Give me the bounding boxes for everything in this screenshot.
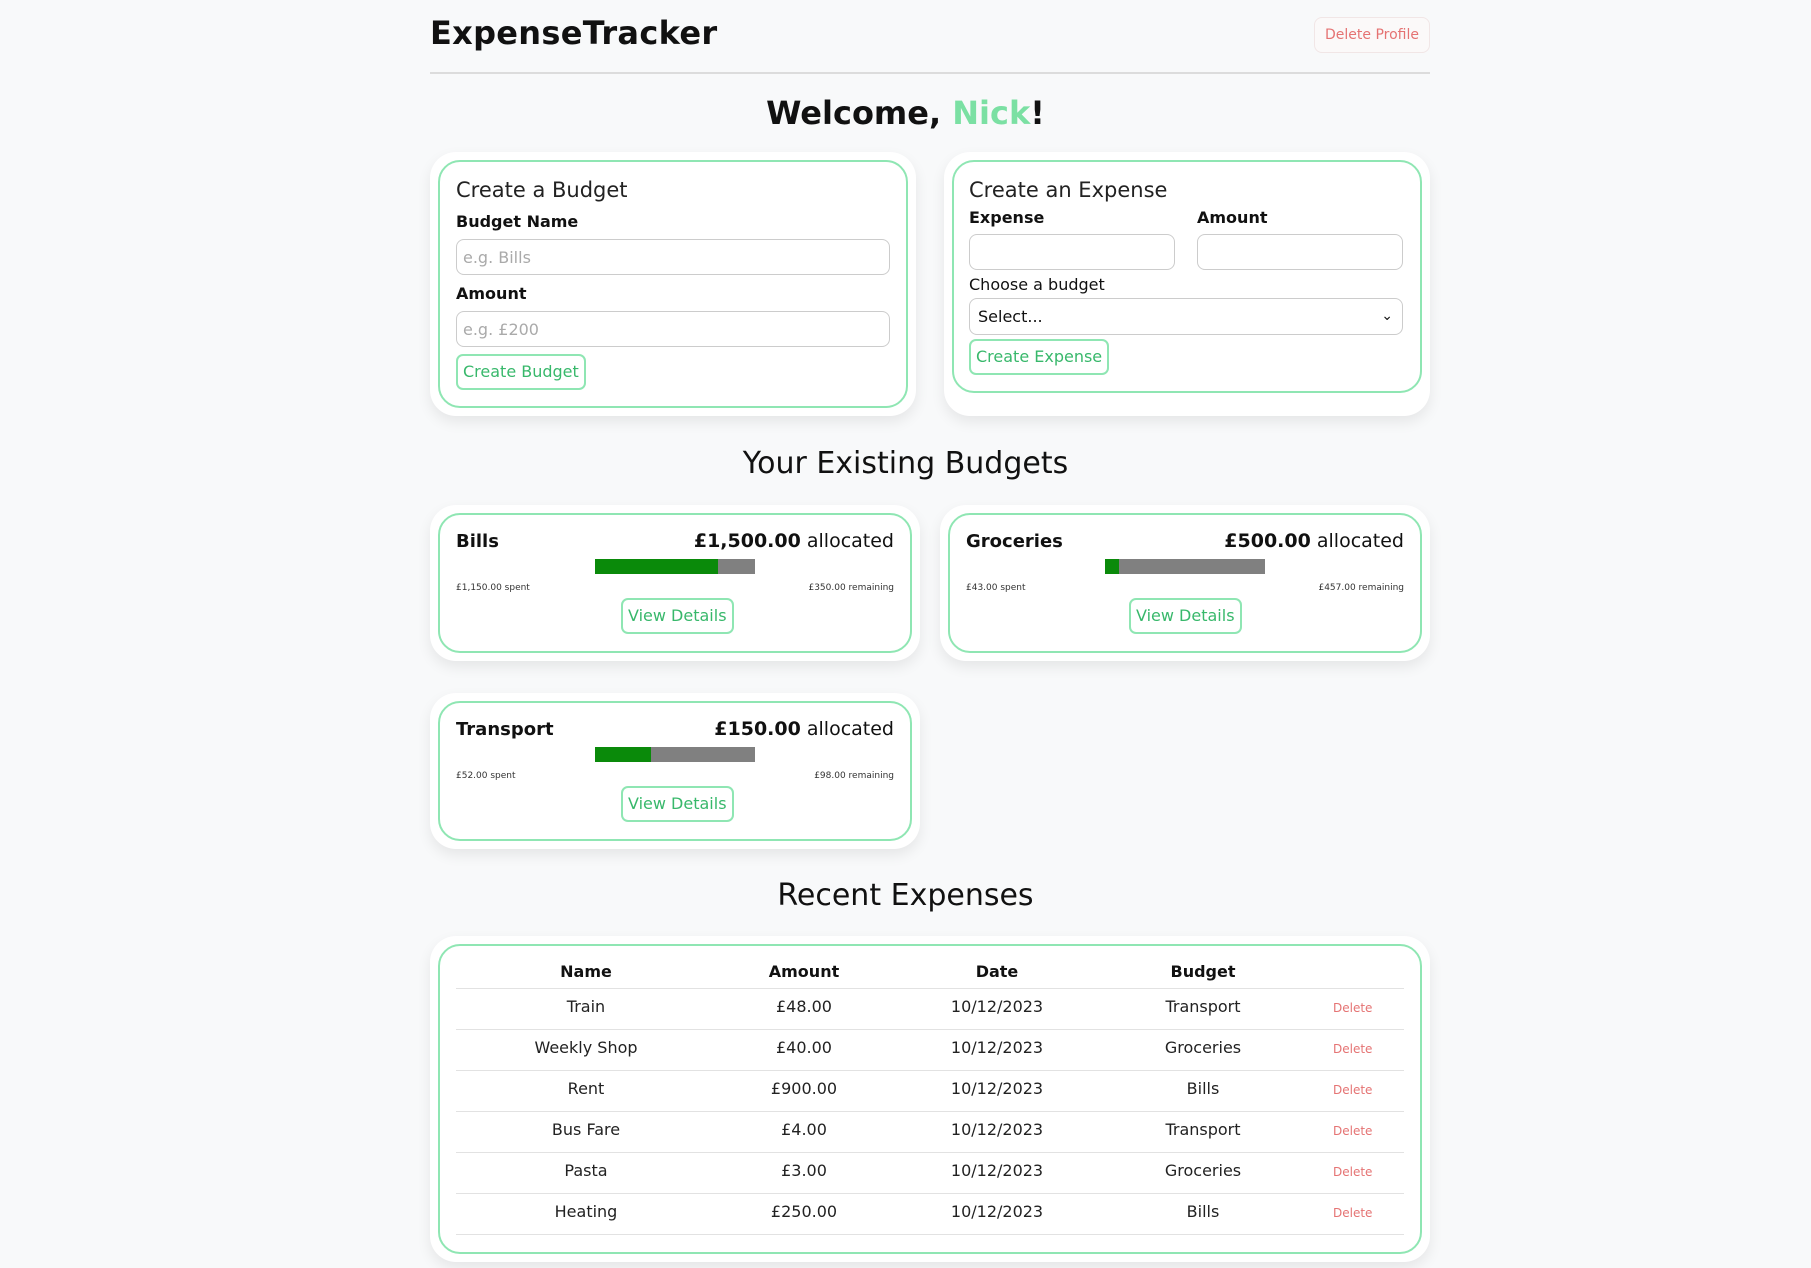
view-details-button[interactable]: View Details <box>1129 598 1242 634</box>
expense-date: 10/12/2023 <box>950 1079 1044 1098</box>
delete-profile-button[interactable]: Delete Profile <box>1314 17 1430 53</box>
budget-allocated-amount: £150.00 <box>714 718 801 740</box>
expense-budget[interactable]: Groceries <box>1123 1038 1283 1057</box>
budget-progress-bar <box>1105 559 1265 574</box>
table-row: Heating £250.00 10/12/2023 Bills Delete <box>456 1202 1404 1235</box>
budget-remaining: £457.00 remaining <box>1318 583 1404 593</box>
welcome-prefix: Welcome, <box>766 94 953 132</box>
budget-progress-bar <box>595 559 755 574</box>
budget-name: Groceries <box>966 531 1063 552</box>
expense-amount: £250.00 <box>770 1202 838 1221</box>
budget-card-transport: Transport £150.00 allocated £52.00 spent… <box>430 693 920 849</box>
expense-amount: £40.00 <box>776 1038 832 1057</box>
budget-progress-fill <box>595 747 651 762</box>
expense-amount: £48.00 <box>776 997 832 1016</box>
budget-select-value: Select... <box>978 307 1043 326</box>
delete-expense-button[interactable]: Delete <box>1333 1124 1372 1138</box>
budget-allocated: £1,500.00 allocated <box>694 530 894 552</box>
budget-progress-fill <box>1105 559 1119 574</box>
create-budget-title: Create a Budget <box>456 178 628 202</box>
budget-spent: £1,150.00 spent <box>456 583 530 593</box>
create-expense-button[interactable]: Create Expense <box>969 339 1110 375</box>
brand-logo[interactable]: ExpenseTracker <box>430 14 717 52</box>
budget-allocated-amount: £1,500.00 <box>693 530 801 552</box>
header-date: Date <box>975 962 1019 981</box>
app-root: ExpenseTracker Delete Profile Welcome, N… <box>0 0 1811 1268</box>
budget-remaining: £350.00 remaining <box>808 583 894 593</box>
budget-allocated: £500.00 allocated <box>1224 530 1404 552</box>
expense-name: Train <box>566 997 606 1016</box>
delete-expense-button[interactable]: Delete <box>1333 1165 1372 1179</box>
budget-card-bills: Bills £1,500.00 allocated £1,150.00 spen… <box>430 505 920 661</box>
budget-name-input[interactable] <box>456 239 890 275</box>
table-row: Weekly Shop £40.00 10/12/2023 Groceries … <box>456 1038 1404 1071</box>
expense-amount: £3.00 <box>781 1161 827 1180</box>
budget-name: Bills <box>456 531 499 552</box>
delete-expense-button[interactable]: Delete <box>1333 1083 1372 1097</box>
expense-name-label: Expense <box>969 208 1045 227</box>
budget-allocated: £150.00 allocated <box>714 718 894 740</box>
view-details-button[interactable]: View Details <box>621 598 734 634</box>
expense-amount: £4.00 <box>781 1120 827 1139</box>
budget-name-label: Budget Name <box>456 212 579 231</box>
allocated-word: allocated <box>806 718 894 740</box>
table-row: Rent £900.00 10/12/2023 Bills Delete <box>456 1079 1404 1112</box>
create-expense-card: Create an Expense Expense Amount Choose … <box>944 152 1430 416</box>
expense-name-input[interactable] <box>969 234 1175 270</box>
header-budget: Budget <box>1170 962 1236 981</box>
budget-card-groceries: Groceries £500.00 allocated £43.00 spent… <box>940 505 1430 661</box>
expense-date: 10/12/2023 <box>950 1038 1044 1057</box>
expense-budget[interactable]: Bills <box>1123 1202 1283 1221</box>
budget-select[interactable]: Select... ⌄ <box>969 298 1403 335</box>
welcome-suffix: ! <box>1030 94 1045 132</box>
header-amount: Amount <box>768 962 840 981</box>
expense-name: Heating <box>554 1202 618 1221</box>
expenses-section-title: Recent Expenses <box>777 878 1034 913</box>
table-row: Train £48.00 10/12/2023 Transport Delete <box>456 997 1404 1030</box>
create-budget-button[interactable]: Create Budget <box>456 354 586 390</box>
expense-budget[interactable]: Transport <box>1123 1120 1283 1139</box>
chevron-down-icon: ⌄ <box>1381 308 1393 324</box>
delete-expense-button[interactable]: Delete <box>1333 1001 1372 1015</box>
create-expense-title: Create an Expense <box>969 178 1168 202</box>
allocated-word: allocated <box>806 530 894 552</box>
expense-name: Bus Fare <box>551 1120 621 1139</box>
header-name: Name <box>560 962 612 981</box>
table-header-row: Name Amount Date Budget <box>456 962 1404 989</box>
expense-budget[interactable]: Bills <box>1123 1079 1283 1098</box>
expense-date: 10/12/2023 <box>950 997 1044 1016</box>
expense-name: Rent <box>567 1079 605 1098</box>
view-details-button[interactable]: View Details <box>621 786 734 822</box>
expense-date: 10/12/2023 <box>950 1161 1044 1180</box>
table-row: Bus Fare £4.00 10/12/2023 Transport Dele… <box>456 1120 1404 1153</box>
expense-name: Pasta <box>564 1161 608 1180</box>
budget-amount-input[interactable] <box>456 311 890 347</box>
welcome-heading: Welcome, Nick! <box>0 94 1811 132</box>
budget-allocated-amount: £500.00 <box>1224 530 1311 552</box>
expense-date: 10/12/2023 <box>950 1202 1044 1221</box>
budget-spent: £43.00 spent <box>966 583 1026 593</box>
top-header: ExpenseTracker Delete Profile <box>430 0 1430 74</box>
budgets-section-title: Your Existing Budgets <box>742 446 1069 481</box>
user-name: Nick <box>952 94 1031 132</box>
expense-date: 10/12/2023 <box>950 1120 1044 1139</box>
expense-budget[interactable]: Groceries <box>1123 1161 1283 1180</box>
choose-budget-label: Choose a budget <box>969 275 1105 294</box>
expense-budget[interactable]: Transport <box>1123 997 1283 1016</box>
budget-amount-label: Amount <box>456 284 527 303</box>
expense-amount-input[interactable] <box>1197 234 1403 270</box>
budget-name: Transport <box>456 719 554 740</box>
allocated-word: allocated <box>1316 530 1404 552</box>
budget-progress-fill <box>595 559 718 574</box>
delete-expense-button[interactable]: Delete <box>1333 1042 1372 1056</box>
delete-expense-button[interactable]: Delete <box>1333 1206 1372 1220</box>
create-budget-card: Create a Budget Budget Name Amount Creat… <box>430 152 916 416</box>
table-row: Pasta £3.00 10/12/2023 Groceries Delete <box>456 1161 1404 1194</box>
expense-name: Weekly Shop <box>534 1038 638 1057</box>
budget-progress-bar <box>595 747 755 762</box>
expense-amount-label: Amount <box>1197 208 1268 227</box>
budget-spent: £52.00 spent <box>456 771 516 781</box>
budget-remaining: £98.00 remaining <box>814 771 894 781</box>
expense-amount: £900.00 <box>770 1079 838 1098</box>
